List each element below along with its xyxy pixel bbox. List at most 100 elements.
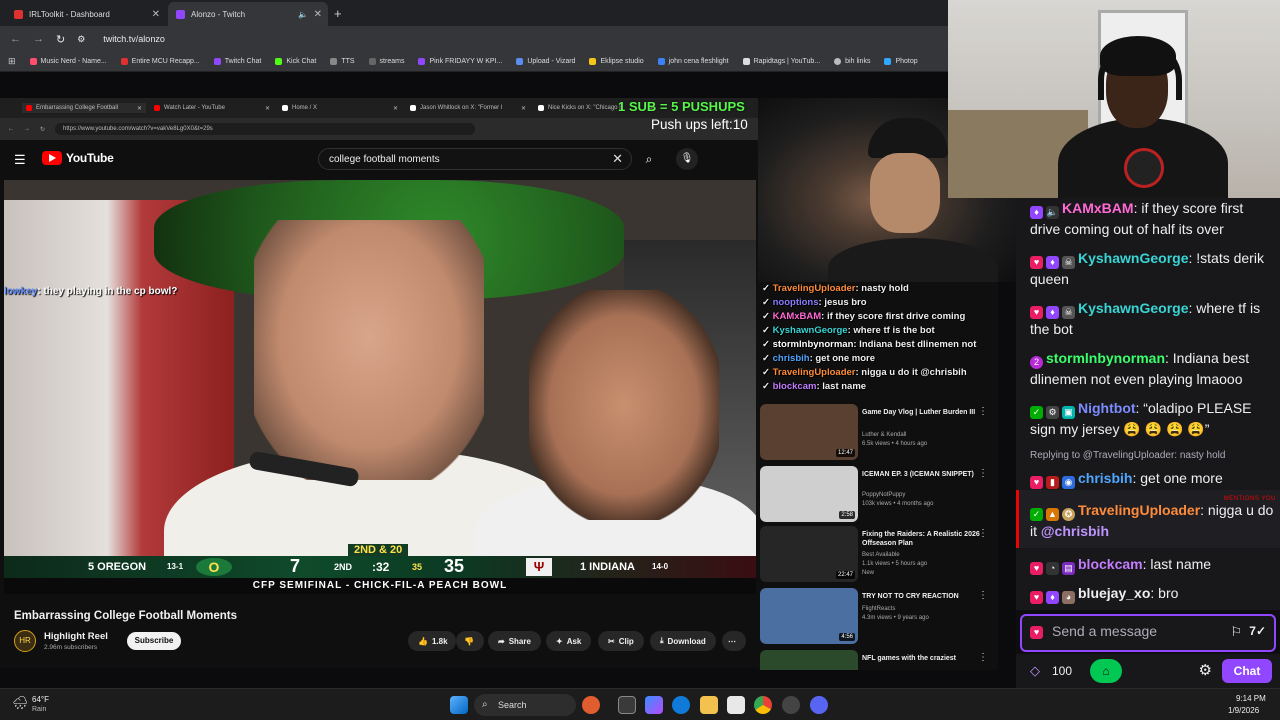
like-button[interactable]: 👍 1.8k xyxy=(408,631,456,651)
store-icon[interactable] xyxy=(727,696,745,714)
more-icon[interactable]: ⋮ xyxy=(978,468,988,479)
chat-username[interactable]: KAMxBAM xyxy=(1062,200,1134,216)
clip-button[interactable]: ✂ Clip xyxy=(598,631,644,651)
channel-name[interactable]: Highlight Reel xyxy=(44,631,108,642)
hamburger-menu-icon[interactable]: ☰ xyxy=(14,152,26,168)
video-player[interactable]: 5 OREGON 13-1 O 7 2ND & 20 2ND :32 35 35… xyxy=(4,180,756,594)
chat-mention[interactable]: @chrisbih xyxy=(1041,523,1109,539)
new-tab-icon[interactable]: + xyxy=(334,2,342,26)
inner-tab[interactable]: Jason Whitlock on X: "Former I ✕ xyxy=(406,103,530,113)
chat-username[interactable]: KyshawnGeorge xyxy=(1078,300,1188,316)
browser-tab-irltoolkit[interactable]: IRLToolkit - Dashboard ✕ xyxy=(6,2,166,26)
inner-tab[interactable]: Home / X ✕ xyxy=(278,103,402,113)
suggested-video[interactable]: 22:47 Fixing the Raiders: A Realistic 20… xyxy=(760,526,996,584)
bits-icon[interactable]: ⚐ xyxy=(1230,624,1242,640)
chat-username[interactable]: blockcam xyxy=(1078,556,1143,572)
bookmark[interactable]: Kick Chat xyxy=(275,58,316,65)
bookmark[interactable]: Eklipse studio xyxy=(589,58,644,65)
chat-message[interactable]: ✓ ▲ ✪ TravelingUploader: nigga u do it @chr… xyxy=(1030,500,1276,542)
clock-date[interactable]: 1/9/2026 xyxy=(1228,706,1259,715)
copilot-icon[interactable] xyxy=(645,696,663,714)
suggested-video[interactable]: 2:58 ICEMAN EP. 3 (ICEMAN SNIPPET) Poppy… xyxy=(760,466,996,524)
bookmark[interactable]: Upload - Vizard xyxy=(516,58,575,65)
chat-message[interactable]: ♥ ▮ ◉ chrisbih: get one more xyxy=(1030,468,1276,489)
chat-message[interactable]: ♥ ♦ ☠ KyshawnGeorge: where tf is the bot xyxy=(1030,298,1276,340)
bookmark[interactable]: Music Nerd - Name... xyxy=(29,58,107,65)
more-icon[interactable]: ⋮ xyxy=(978,590,988,601)
back-icon[interactable]: ← xyxy=(8,126,14,132)
more-actions-button[interactable]: ⋯ xyxy=(722,631,746,651)
chat-username[interactable]: stormlnbynorman xyxy=(1046,350,1165,366)
obs-icon[interactable] xyxy=(782,696,800,714)
chat-send-button[interactable]: Chat xyxy=(1222,659,1272,683)
close-tab-icon[interactable]: ✕ xyxy=(521,105,526,112)
inner-tab[interactable]: Watch Later - YouTube ✕ xyxy=(150,103,274,113)
clock-time[interactable]: 9:14 PM xyxy=(1236,694,1266,703)
bookmark[interactable]: Entire MCU Recapp... xyxy=(120,58,200,65)
url-field[interactable]: twitch.tv/alonzo xyxy=(103,34,165,44)
apps-icon[interactable]: ⊞ xyxy=(8,56,16,67)
search-icon[interactable]: ⌕ xyxy=(636,148,662,170)
close-tab-icon[interactable]: ✕ xyxy=(152,9,160,20)
chat-message[interactable]: ✓ ⚙ ▣ Nightbot: “oladipo PLEASE sign my jer… xyxy=(1030,398,1276,440)
browser-tab-twitch[interactable]: Alonzo - Twitch 🔈 ✕ xyxy=(168,2,328,26)
chat-message[interactable]: ♦ 🔈 KAMxBAM: if they score first drive com… xyxy=(1030,198,1276,240)
bookmark[interactable]: john cena fleshlight xyxy=(657,58,729,65)
suggested-video[interactable]: 4:56 TRY NOT TO CRY REACTION FlightReact… xyxy=(760,588,996,646)
bookmark[interactable]: bih links xyxy=(834,58,870,65)
suggested-video[interactable]: NFL games with the craziest ⋮ xyxy=(760,650,996,670)
forward-icon[interactable]: → xyxy=(24,126,30,132)
microphone-icon[interactable]: 🎙 xyxy=(676,148,698,170)
chrome-icon[interactable] xyxy=(754,696,772,714)
more-icon[interactable]: ⋮ xyxy=(978,528,988,539)
chat-username[interactable]: chrisbih xyxy=(1078,470,1132,486)
reload-icon[interactable]: ↻ xyxy=(40,126,45,133)
weather-temp[interactable]: 64°F xyxy=(32,695,49,704)
chat-message[interactable]: ♥ ♦ ☠ KyshawnGeorge: !stats derik queen xyxy=(1030,248,1276,290)
bookmark[interactable]: TTS xyxy=(330,58,355,65)
close-tab-icon[interactable]: ✕ xyxy=(314,9,322,20)
bookmark[interactable]: Pink FRIDAYY W KPI... xyxy=(418,58,502,65)
close-tab-icon[interactable]: ✕ xyxy=(137,105,142,112)
dislike-button[interactable]: 👎 xyxy=(456,631,484,651)
youtube-search-input[interactable]: college football moments ✕ xyxy=(318,148,632,170)
mute-tab-icon[interactable]: 🔈 xyxy=(298,10,308,19)
chat-message[interactable]: ♥ ◔ ▤ blockcam: last name xyxy=(1030,554,1276,575)
weather-icon[interactable]: 🌧 xyxy=(12,695,29,711)
taskbar-search[interactable]: ⌕ Search xyxy=(474,694,576,716)
discord-icon[interactable] xyxy=(810,696,828,714)
emote-picker-icon[interactable]: 7✓ xyxy=(1249,624,1266,638)
inner-url-field[interactable]: https://www.youtube.com/watch?v=vakVe8Lg… xyxy=(55,123,476,135)
more-icon[interactable]: ⋮ xyxy=(978,406,988,417)
chat-username[interactable]: Nightbot xyxy=(1078,400,1136,416)
channel-points-icon[interactable]: ◇ xyxy=(1030,663,1040,679)
chat-username[interactable]: KyshawnGeorge xyxy=(1078,250,1188,266)
chat-username[interactable]: bluejay_xo xyxy=(1078,585,1150,601)
file-explorer-icon[interactable] xyxy=(700,696,718,714)
chat-message-input[interactable] xyxy=(1052,623,1212,639)
app-icon[interactable] xyxy=(582,696,600,714)
more-icon[interactable]: ⋮ xyxy=(978,652,988,663)
chat-message[interactable]: ♥ ♦ ◕ bluejay_xo: bro xyxy=(1030,583,1276,604)
subscribe-button[interactable]: Subscribe xyxy=(127,632,181,650)
heart-badge-icon[interactable]: ♥ xyxy=(1030,626,1043,639)
inner-tab[interactable]: Embarrassing College Football ✕ xyxy=(22,103,146,113)
ask-button[interactable]: ✦ Ask xyxy=(546,631,592,651)
bookmark[interactable]: Twitch Chat xyxy=(213,58,261,65)
bookmark[interactable]: Photop xyxy=(884,58,918,65)
chat-username[interactable]: TravelingUploader xyxy=(1078,502,1200,518)
edge-icon[interactable] xyxy=(672,696,690,714)
reload-icon[interactable]: ↻ xyxy=(56,33,65,46)
close-tab-icon[interactable]: ✕ xyxy=(393,105,398,112)
close-tab-icon[interactable]: ✕ xyxy=(265,105,270,112)
settings-gear-icon[interactable]: ⚙ xyxy=(1199,661,1212,679)
youtube-logo[interactable]: YouTube xyxy=(42,151,114,165)
share-button[interactable]: ➦ Share xyxy=(488,631,541,651)
claim-points-icon[interactable]: ⌂ xyxy=(1090,659,1122,683)
channel-avatar[interactable]: HR xyxy=(14,630,36,652)
task-view-icon[interactable] xyxy=(618,696,636,714)
back-icon[interactable]: ← xyxy=(10,33,21,45)
forward-icon[interactable]: → xyxy=(33,33,44,45)
site-info-icon[interactable]: ⚙ xyxy=(77,34,85,45)
download-button[interactable]: ⤓ Download xyxy=(650,631,716,651)
